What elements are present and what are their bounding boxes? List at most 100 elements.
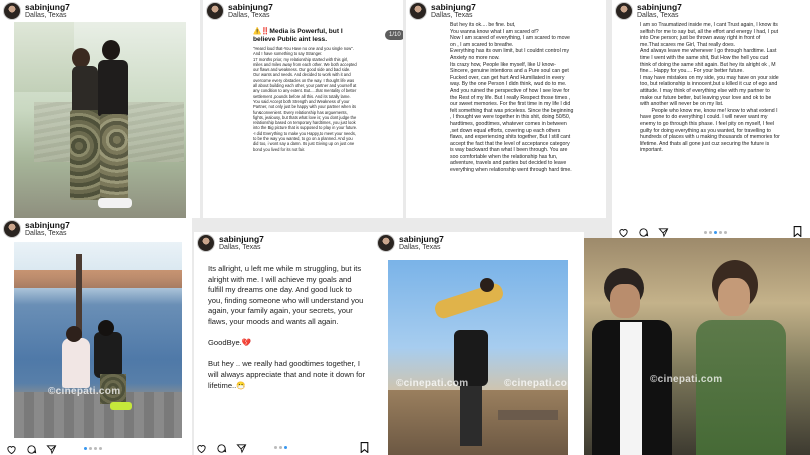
username[interactable]: sabinjung7 bbox=[399, 234, 444, 244]
bookmark-icon[interactable] bbox=[360, 442, 369, 453]
slide-counter: 1/10 bbox=[385, 30, 403, 40]
avatar[interactable] bbox=[3, 220, 21, 238]
post-header: sabinjung7 Dallas, Texas bbox=[203, 0, 273, 22]
share-icon[interactable] bbox=[236, 443, 247, 454]
avatar[interactable] bbox=[615, 2, 633, 20]
avatar[interactable] bbox=[197, 234, 215, 252]
post-panel-6: sabinjung7 Dallas, Texas Its allright, u… bbox=[194, 232, 374, 455]
carousel-dot bbox=[709, 231, 712, 234]
screenshot-collage: sabinjung7 Dallas, Texas sabinjung7 Dall… bbox=[0, 0, 810, 455]
carousel-dot-active bbox=[284, 446, 287, 449]
post-photo[interactable]: ©cinepati.com ©cinepati.com bbox=[388, 260, 568, 455]
carousel-dot bbox=[89, 447, 92, 450]
woman-face bbox=[718, 278, 750, 316]
carousel-dots bbox=[274, 446, 287, 449]
woman-top bbox=[72, 66, 98, 112]
post-photo[interactable]: ©cinepati.com bbox=[584, 238, 810, 455]
avatar[interactable] bbox=[3, 2, 21, 20]
location[interactable]: Dallas, Texas bbox=[228, 12, 273, 20]
action-bar bbox=[6, 442, 57, 455]
post-panel-3: sabinjung7 Dallas, Texas But hey its ok.… bbox=[406, 0, 606, 218]
username[interactable]: sabinjung7 bbox=[431, 2, 476, 12]
woman-lifted bbox=[432, 281, 506, 321]
location[interactable]: Dallas, Texas bbox=[219, 244, 264, 252]
location[interactable]: Dallas, Texas bbox=[25, 12, 70, 20]
woman-camo-pants bbox=[70, 110, 100, 200]
woman-hair bbox=[480, 278, 494, 292]
username[interactable]: sabinjung7 bbox=[25, 220, 70, 230]
watermark: ©cinepati.com bbox=[650, 374, 723, 385]
post-header: sabinjung7 Dallas, Texas bbox=[0, 0, 70, 22]
man-hair bbox=[102, 40, 120, 60]
avatar[interactable] bbox=[409, 2, 427, 20]
action-bar bbox=[618, 225, 669, 238]
post-header: sabinjung7 Dallas, Texas bbox=[612, 0, 682, 22]
username[interactable]: sabinjung7 bbox=[228, 2, 273, 12]
woman-jacket bbox=[696, 320, 786, 455]
post-panel-2: sabinjung7 Dallas, Texas 1/10 ⚠️‼️Media … bbox=[203, 0, 403, 218]
background-foliage bbox=[14, 22, 74, 92]
location[interactable]: Dallas, Texas bbox=[25, 230, 70, 238]
carousel-dot-active bbox=[84, 447, 87, 450]
neon-shoes bbox=[110, 402, 132, 410]
watermark: ©cinepati.com bbox=[48, 386, 121, 397]
man-shirt bbox=[98, 60, 128, 116]
man-face bbox=[610, 284, 640, 318]
post-body-text: But hey its ok.... be fine. but, You wan… bbox=[450, 22, 574, 174]
action-bar bbox=[196, 441, 247, 455]
carousel-dot bbox=[94, 447, 97, 450]
white-shoes bbox=[98, 198, 132, 208]
post-panel-1: sabinjung7 Dallas, Texas bbox=[0, 0, 200, 218]
heart-icon[interactable] bbox=[196, 443, 207, 454]
heart-icon[interactable] bbox=[618, 227, 629, 238]
bookmark-icon[interactable] bbox=[793, 226, 802, 237]
heart-icon[interactable] bbox=[6, 444, 17, 455]
carousel-dot-active bbox=[714, 231, 717, 234]
avatar[interactable] bbox=[377, 234, 395, 252]
man-jacket bbox=[94, 332, 122, 378]
man-camo-pants bbox=[100, 114, 128, 200]
location[interactable]: Dallas, Texas bbox=[637, 12, 682, 20]
carousel-dot bbox=[279, 446, 282, 449]
post-header: sabinjung7 Dallas, Texas bbox=[406, 0, 476, 22]
post-header: sabinjung7 Dallas, Texas bbox=[194, 232, 264, 254]
buildings bbox=[14, 270, 182, 288]
post-header: sabinjung7 Dallas, Texas bbox=[0, 218, 70, 240]
carousel-dot bbox=[99, 447, 102, 450]
watermark: ©cinepati.com bbox=[396, 378, 469, 389]
avatar[interactable] bbox=[206, 2, 224, 20]
comment-icon[interactable] bbox=[638, 227, 649, 238]
man-white-shirt bbox=[620, 322, 642, 455]
carousel-dots bbox=[84, 447, 102, 450]
post-heading: ⚠️‼️Media is Powerful, but I believe Pub… bbox=[253, 28, 343, 43]
post-panel-4: sabinjung7 Dallas, Texas I am so Traumat… bbox=[612, 0, 810, 238]
carousel-dot bbox=[724, 231, 727, 234]
post-header: sabinjung7 Dallas, Texas bbox=[374, 232, 444, 254]
watermark: ©cinepati.com bbox=[504, 378, 568, 389]
post-body-text: Its allright, u left me while m struggli… bbox=[208, 264, 366, 390]
share-icon[interactable] bbox=[658, 227, 669, 238]
location[interactable]: Dallas, Texas bbox=[431, 12, 476, 20]
location[interactable]: Dallas, Texas bbox=[399, 244, 444, 252]
comment-icon[interactable] bbox=[26, 444, 37, 455]
man-pants bbox=[460, 386, 482, 446]
share-icon[interactable] bbox=[46, 444, 57, 455]
username[interactable]: sabinjung7 bbox=[219, 234, 264, 244]
username[interactable]: sabinjung7 bbox=[637, 2, 682, 12]
woman-outfit bbox=[62, 338, 90, 388]
comment-icon[interactable] bbox=[216, 443, 227, 454]
post-body-text: "Heard loud that-You Have no one and you… bbox=[253, 46, 358, 152]
post-photo[interactable]: ©cinepati.com bbox=[14, 242, 182, 438]
dock bbox=[14, 392, 182, 438]
carousel-dot bbox=[719, 231, 722, 234]
post-photo[interactable] bbox=[14, 22, 186, 218]
woman-hair bbox=[72, 48, 90, 68]
username[interactable]: sabinjung7 bbox=[25, 2, 70, 12]
carousel-dots bbox=[704, 231, 727, 234]
woman-hair bbox=[66, 326, 82, 342]
man-hair bbox=[98, 320, 114, 336]
post-body-text: I am so Traumatized inside me, I cant Tr… bbox=[640, 22, 780, 154]
post-panel-7: sabinjung7 Dallas, Texas ©cinepati.com ©… bbox=[374, 232, 584, 455]
bench bbox=[498, 410, 558, 420]
post-panel-5: sabinjung7 Dallas, Texas ©cinepati.com bbox=[0, 218, 192, 455]
